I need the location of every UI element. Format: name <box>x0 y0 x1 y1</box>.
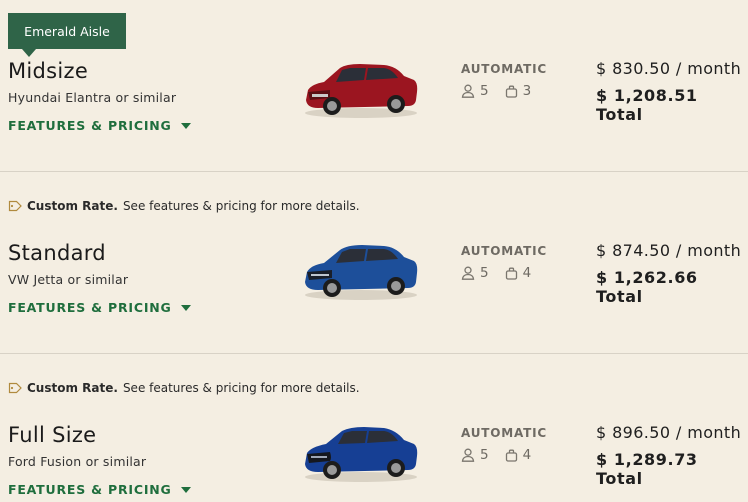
vehicle-card-full-size[interactable]: Custom Rate. See features & pricing for … <box>0 354 748 502</box>
bag-icon <box>505 449 517 462</box>
total-price: $ 1,208.51 Total <box>596 86 698 124</box>
vehicle-model: Ford Fusion or similar <box>8 454 147 469</box>
total-price: $ 1,262.66 Total <box>596 268 698 306</box>
total-price: $ 1,289.73 Total <box>596 450 698 488</box>
person-icon <box>461 84 475 98</box>
vehicle-model: Hyundai Elantra or similar <box>8 90 177 105</box>
passenger-count: 5 <box>461 83 489 99</box>
bag-count: 4 <box>505 447 532 463</box>
passenger-count: 5 <box>461 265 489 281</box>
blue-sedan-image <box>305 245 418 300</box>
passenger-count: 5 <box>461 447 489 463</box>
passenger-value: 5 <box>480 265 489 281</box>
vehicle-specs: 5 4 <box>461 447 547 463</box>
bag-value: 4 <box>522 265 532 281</box>
transmission-label: AUTOMATIC <box>461 244 548 258</box>
vehicle-class-name: Full Size <box>8 423 97 447</box>
vehicle-specs: 5 3 <box>461 83 547 99</box>
vehicle-model: VW Jetta or similar <box>8 272 129 287</box>
caret-down-icon <box>180 122 191 129</box>
monthly-price: $ 874.50 / month <box>596 241 742 260</box>
bag-value: 3 <box>522 83 532 99</box>
bag-icon <box>505 267 517 280</box>
features-pricing-label: FEATURES & PRICING <box>8 300 172 315</box>
features-pricing-toggle[interactable]: FEATURES & PRICING <box>8 482 191 497</box>
custom-rate-label: Custom Rate. <box>27 199 118 213</box>
vehicle-class-name: Standard <box>8 241 106 265</box>
custom-rate-text: See features & pricing for more details. <box>122 199 360 213</box>
custom-rate-label: Custom Rate. <box>27 381 118 395</box>
monthly-price: $ 896.50 / month <box>596 423 742 442</box>
monthly-price: $ 830.50 / month <box>596 59 742 78</box>
emerald-aisle-badge: Emerald Aisle <box>8 13 126 49</box>
vehicle-card-standard[interactable]: Custom Rate. See features & pricing for … <box>0 172 748 353</box>
passenger-value: 5 <box>480 83 489 99</box>
caret-down-icon <box>180 486 191 493</box>
custom-rate-note: Custom Rate. See features & pricing for … <box>8 381 360 395</box>
person-icon <box>461 266 475 280</box>
vehicle-card-midsize[interactable]: Emerald Aisle Midsize Hyundai Elantra or… <box>0 0 748 171</box>
bag-count: 4 <box>505 265 532 281</box>
caret-down-icon <box>180 304 191 311</box>
features-pricing-label: FEATURES & PRICING <box>8 118 172 133</box>
features-pricing-label: FEATURES & PRICING <box>8 482 172 497</box>
vehicle-class-name: Midsize <box>8 59 89 83</box>
bag-icon <box>505 85 517 98</box>
transmission-label: AUTOMATIC <box>461 62 548 76</box>
custom-rate-note: Custom Rate. See features & pricing for … <box>8 199 360 213</box>
vehicle-specs: 5 4 <box>461 265 547 281</box>
price-tag-icon <box>8 200 22 212</box>
blue-sedan-image <box>305 427 418 482</box>
bag-count: 3 <box>505 83 532 99</box>
person-icon <box>461 448 475 462</box>
custom-rate-text: See features & pricing for more details. <box>122 381 360 395</box>
bag-value: 4 <box>522 447 532 463</box>
features-pricing-toggle[interactable]: FEATURES & PRICING <box>8 300 191 315</box>
transmission-label: AUTOMATIC <box>461 426 548 440</box>
price-tag-icon <box>8 382 22 394</box>
features-pricing-toggle[interactable]: FEATURES & PRICING <box>8 118 191 133</box>
red-sedan-image <box>305 64 418 118</box>
passenger-value: 5 <box>480 447 489 463</box>
badge-pointer <box>22 49 36 57</box>
